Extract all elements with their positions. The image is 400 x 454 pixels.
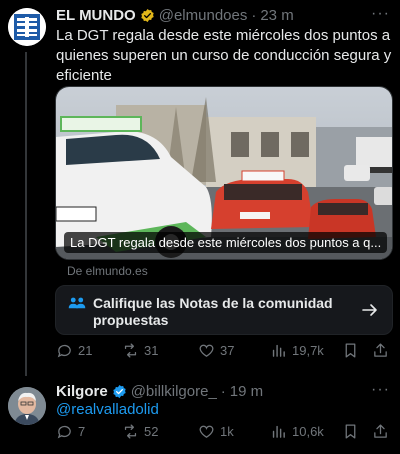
more-options-icon[interactable]: ··· bbox=[371, 5, 390, 23]
bookmark-button[interactable] bbox=[342, 342, 359, 359]
arrow-right-icon[interactable] bbox=[362, 302, 378, 318]
tweet-actions: 7 52 1k 10,6k bbox=[56, 423, 396, 443]
mention-link[interactable]: @realvalladolid bbox=[56, 401, 159, 418]
more-options-icon[interactable]: ··· bbox=[371, 381, 390, 399]
bookmark-icon bbox=[345, 343, 356, 358]
like-count: 37 bbox=[220, 343, 235, 358]
like-count: 1k bbox=[220, 424, 234, 439]
author-handle[interactable]: @billkilgore_ bbox=[131, 383, 217, 400]
bookmark-icon bbox=[345, 424, 356, 439]
tweet-time[interactable]: 19 m bbox=[230, 383, 263, 400]
repost-count: 52 bbox=[144, 424, 159, 439]
heart-icon bbox=[199, 344, 214, 357]
reply-icon bbox=[57, 344, 71, 358]
separator-dot: · bbox=[220, 383, 226, 400]
link-card[interactable]: La DGT regala desde este miércoles dos p… bbox=[55, 86, 393, 260]
card-domain[interactable]: De elmundo.es bbox=[67, 264, 148, 278]
share-icon bbox=[374, 343, 387, 357]
reply-button[interactable]: 21 bbox=[56, 342, 92, 359]
repost-icon bbox=[124, 343, 137, 358]
views-icon bbox=[272, 425, 285, 438]
people-icon bbox=[68, 297, 86, 309]
views-count: 10,6k bbox=[292, 424, 324, 439]
views-icon bbox=[272, 344, 285, 357]
verified-gold-badge-icon bbox=[140, 8, 155, 23]
card-caption[interactable]: La DGT regala desde este miércoles dos p… bbox=[64, 232, 388, 253]
repost-count: 31 bbox=[144, 343, 159, 358]
share-icon bbox=[374, 424, 387, 438]
like-button[interactable]: 1k bbox=[198, 423, 234, 440]
repost-button[interactable]: 31 bbox=[122, 342, 158, 359]
tweet-actions: 21 31 37 19,7k bbox=[56, 342, 396, 362]
tweet-header: EL MUNDO @elmundoes · 23 m bbox=[56, 7, 294, 24]
repost-button[interactable]: 52 bbox=[122, 423, 158, 440]
kilgore-avatar[interactable] bbox=[8, 387, 46, 425]
bookmark-button[interactable] bbox=[342, 423, 359, 440]
share-button[interactable] bbox=[372, 423, 389, 440]
share-button[interactable] bbox=[372, 342, 389, 359]
author-handle[interactable]: @elmundoes bbox=[159, 7, 248, 24]
reply-count: 7 bbox=[78, 424, 86, 439]
reply-count: 21 bbox=[78, 343, 93, 358]
tweet-header: Kilgore @billkilgore_ · 19 m bbox=[56, 383, 263, 400]
notes-prompt-text[interactable]: Califique las Notas de la comunidad prop… bbox=[93, 295, 343, 329]
reply-button[interactable]: 7 bbox=[56, 423, 85, 440]
community-notes-prompt[interactable]: Califique las Notas de la comunidad prop… bbox=[55, 285, 393, 335]
verified-blue-badge-icon bbox=[112, 384, 127, 399]
tweet-text: La DGT regala desde este miércoles dos p… bbox=[56, 27, 392, 84]
views-button[interactable]: 10,6k bbox=[270, 423, 324, 440]
author-name[interactable]: Kilgore bbox=[56, 383, 108, 400]
views-count: 19,7k bbox=[292, 343, 324, 358]
thread-line bbox=[25, 52, 27, 376]
tweet-time[interactable]: 23 m bbox=[260, 7, 293, 24]
tweet-elmundo[interactable]: EL MUNDO @elmundoes · 23 m ··· La DGT re… bbox=[0, 0, 400, 376]
like-button[interactable]: 37 bbox=[198, 342, 234, 359]
elmundo-avatar[interactable] bbox=[8, 8, 46, 46]
heart-icon bbox=[199, 425, 214, 438]
separator-dot: · bbox=[251, 7, 257, 24]
author-name[interactable]: EL MUNDO bbox=[56, 7, 136, 24]
reply-icon bbox=[57, 425, 71, 439]
repost-icon bbox=[124, 424, 137, 439]
views-button[interactable]: 19,7k bbox=[270, 342, 324, 359]
